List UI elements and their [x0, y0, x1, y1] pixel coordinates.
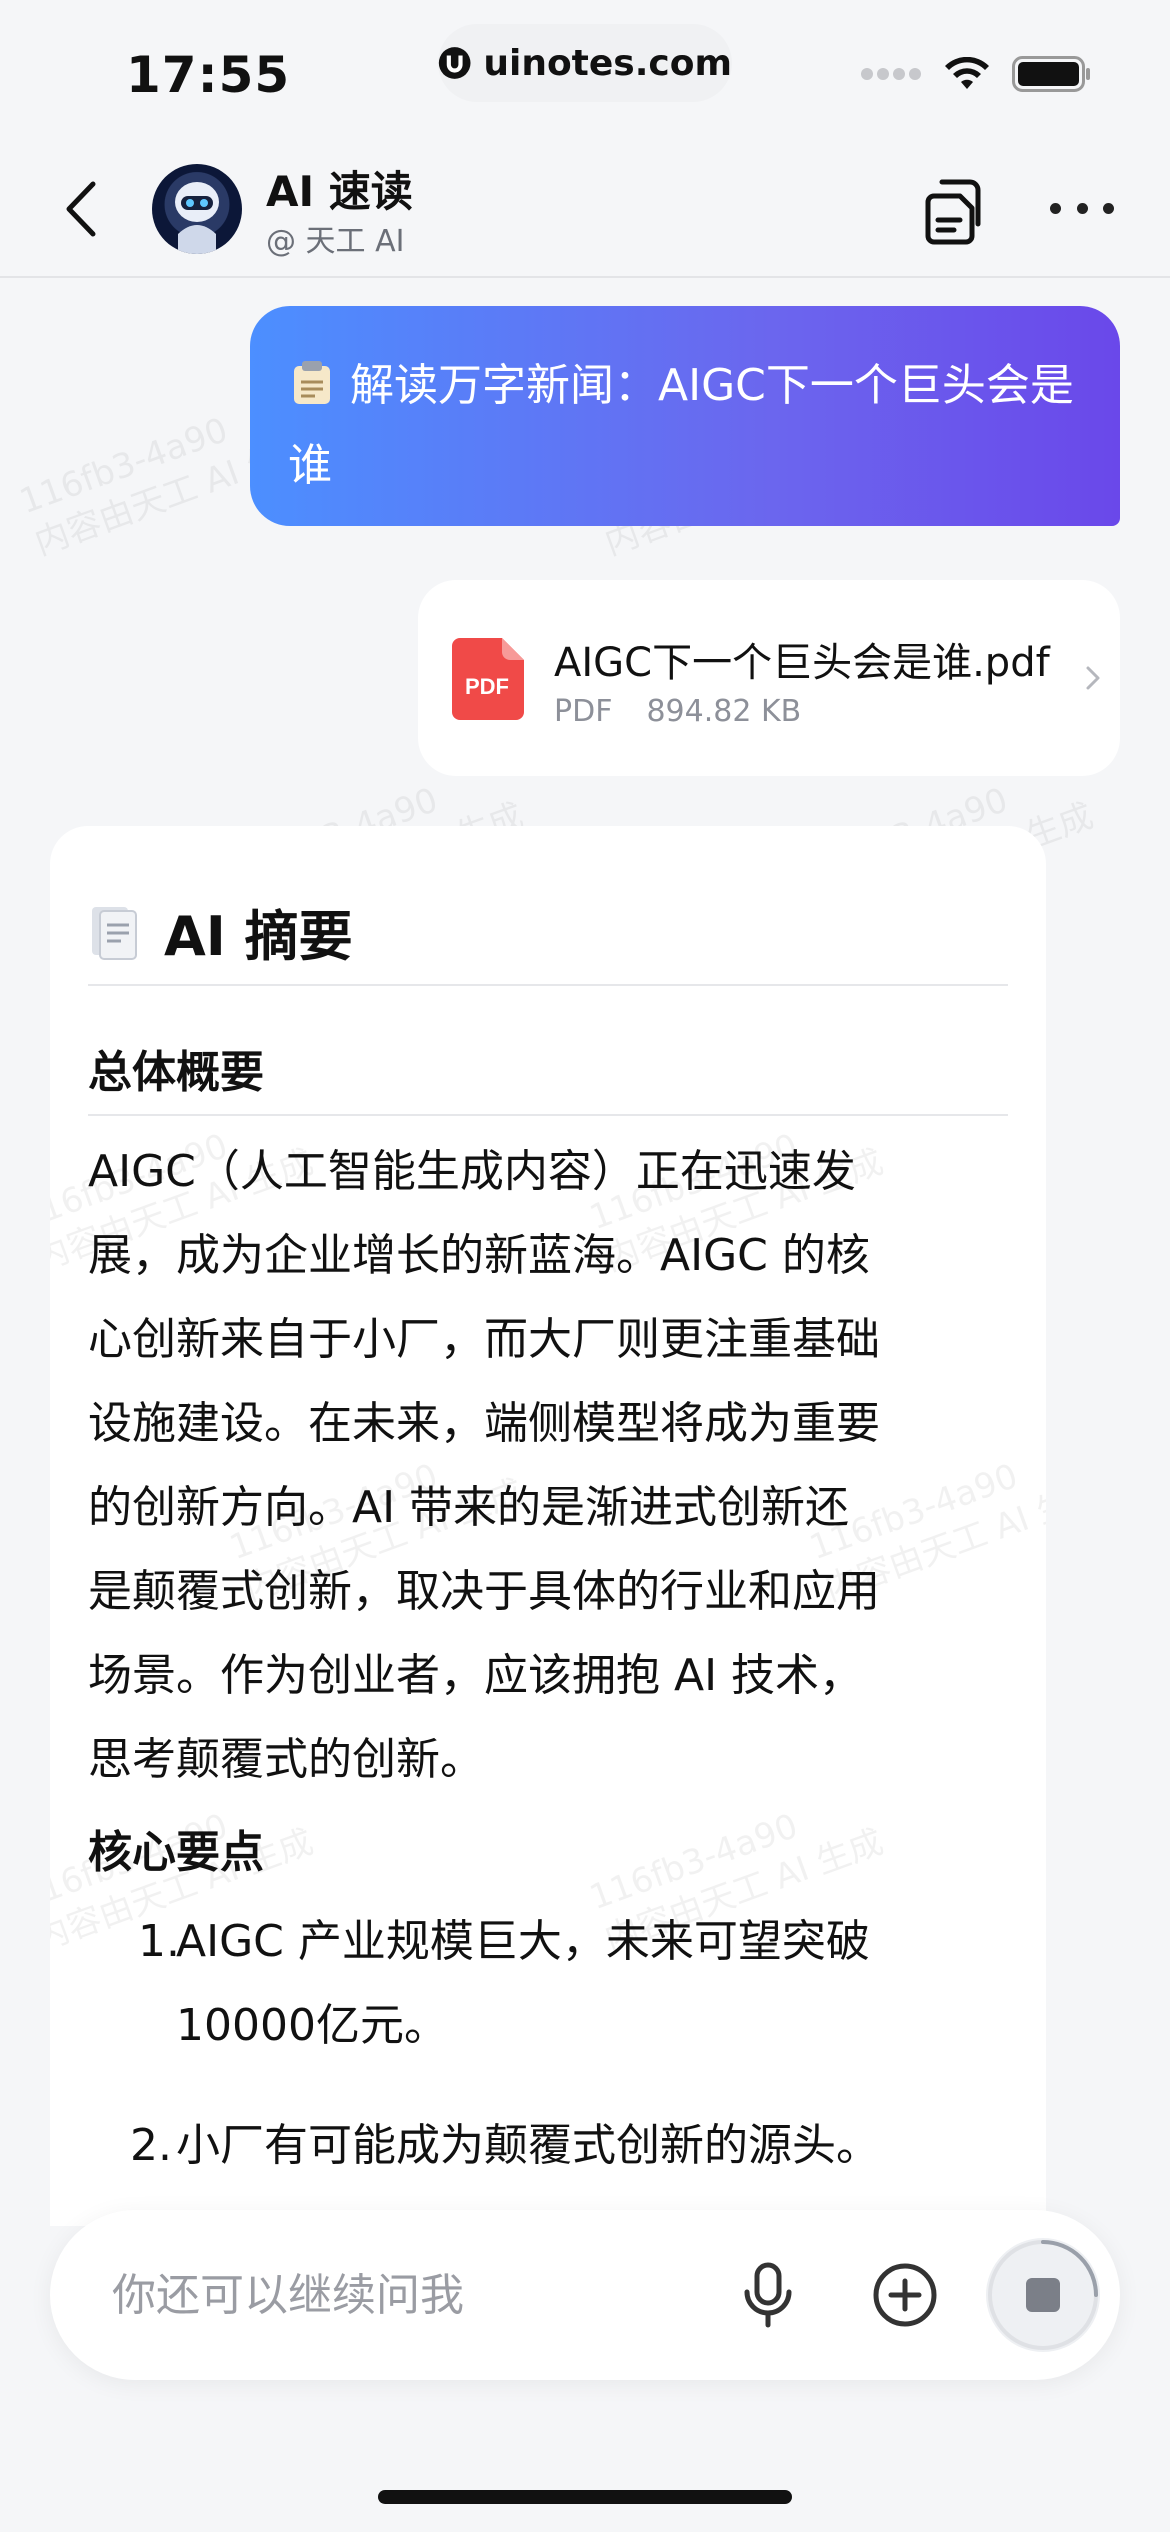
overview-line: 展，成为企业增长的新蓝海。AIGC 的核	[88, 1230, 870, 1281]
overview-text: AIGC（人工智能生成内容）正在迅速发 展，成为企业增长的新蓝海。AIGC 的核…	[88, 1130, 1018, 1802]
key-point-line: AIGC 产业规模巨大，未来可望突破	[176, 1916, 870, 1967]
status-icons	[860, 56, 1092, 92]
url-text: uinotes.com	[483, 42, 732, 84]
divider	[88, 1114, 1008, 1116]
key-point-item: 2. 小厂有可能成为颠覆式创新的源头。	[130, 2104, 1010, 2188]
file-attachment-card[interactable]: PDF AIGC下一个巨头会是谁.pdf PDF 894.82 KB	[418, 580, 1120, 776]
voice-input-button[interactable]	[738, 2262, 798, 2328]
overview-line: 心创新来自于小厂，而大厂则更注重基础	[88, 1314, 880, 1365]
summary-title: AI 摘要	[164, 905, 353, 968]
key-point-line: 10000亿元。	[176, 2000, 448, 2051]
microphone-icon	[744, 2262, 792, 2328]
summary-header: AI 摘要	[88, 892, 353, 971]
pdf-badge-text: PDF	[465, 674, 509, 699]
documents-button[interactable]	[924, 176, 988, 246]
key-point-item: 1. AIGC 产业规模巨大，未来可望突破 10000亿元。	[138, 1900, 1018, 2068]
bot-avatar[interactable]	[152, 164, 242, 254]
key-point-line: 小厂有可能成为颠覆式创新的源头。	[176, 2120, 880, 2171]
chevron-left-icon	[66, 181, 96, 237]
signal-dots-icon	[861, 68, 921, 80]
file-name: AIGC下一个巨头会是谁.pdf	[554, 640, 1050, 686]
bot-name: AI 速读	[266, 167, 413, 216]
overview-line: 设施建设。在未来，端侧模型将成为重要	[88, 1398, 880, 1449]
chevron-right-icon	[1086, 666, 1100, 690]
back-button[interactable]	[50, 174, 110, 244]
overview-line: 思考颠覆式的创新。	[88, 1734, 484, 1785]
bot-provider: @ 天工 AI	[266, 224, 405, 259]
user-message-bubble[interactable]: 解读万字新闻：AIGC下一个巨头会是谁	[250, 306, 1120, 526]
url-pill[interactable]: uinotes.com	[438, 24, 732, 102]
site-logo-icon	[438, 47, 471, 79]
file-type: PDF	[554, 694, 613, 729]
divider	[88, 984, 1008, 986]
status-bar: 17:55 uinotes.com	[0, 0, 1170, 140]
more-icon-dot	[1050, 202, 1061, 214]
robot-icon	[175, 182, 219, 254]
file-size: 894.82 KB	[646, 694, 802, 729]
chat-input-bar	[50, 2210, 1120, 2380]
add-attachment-button[interactable]	[872, 2262, 938, 2328]
stop-generation-button[interactable]	[986, 2238, 1100, 2352]
overview-line: 的创新方向。AI 带来的是渐进式创新还	[88, 1482, 850, 1533]
wifi-icon	[945, 57, 989, 89]
screen: 116fb3-4a90内容由天工 AI 生成 116fb3-4a90内容由天工 …	[0, 0, 1170, 2532]
documents-icon	[925, 179, 981, 245]
key-point-number: 1.	[138, 1916, 180, 1967]
clipboard-icon	[294, 361, 330, 404]
chat-header: AI 速读 @ 天工 AI	[0, 140, 1170, 278]
file-meta: PDF 894.82 KB	[554, 694, 801, 729]
key-points-heading: 核心要点	[88, 1827, 264, 1878]
overview-line: 场景。作为创业者，应该拥抱 AI 技术，	[88, 1650, 864, 1701]
pdf-file-icon: PDF	[452, 638, 524, 720]
user-message-text: 解读万字新闻：AIGC下一个巨头会是谁	[288, 360, 1074, 491]
summary-document-icon	[92, 906, 137, 960]
more-icon-dot	[1103, 202, 1114, 214]
status-time: 17:55	[126, 46, 291, 104]
more-icon-dot	[1076, 202, 1088, 214]
more-button[interactable]	[1050, 188, 1114, 228]
plus-circle-icon	[873, 2263, 937, 2327]
battery-icon	[1012, 56, 1090, 92]
overview-line: AIGC（人工智能生成内容）正在迅速发	[88, 1146, 856, 1197]
overview-line: 是颠覆式创新，取决于具体的行业和应用	[88, 1566, 880, 1617]
ai-summary-card: AI 摘要 总体概要 AIGC（人工智能生成内容）正在迅速发 展，成为企业增长的…	[50, 826, 1046, 2226]
overview-heading: 总体概要	[88, 1047, 264, 1098]
chat-input[interactable]	[112, 2210, 672, 2380]
key-point-number: 2.	[130, 2120, 172, 2171]
stop-icon	[1026, 2278, 1060, 2312]
home-indicator[interactable]	[378, 2490, 792, 2504]
